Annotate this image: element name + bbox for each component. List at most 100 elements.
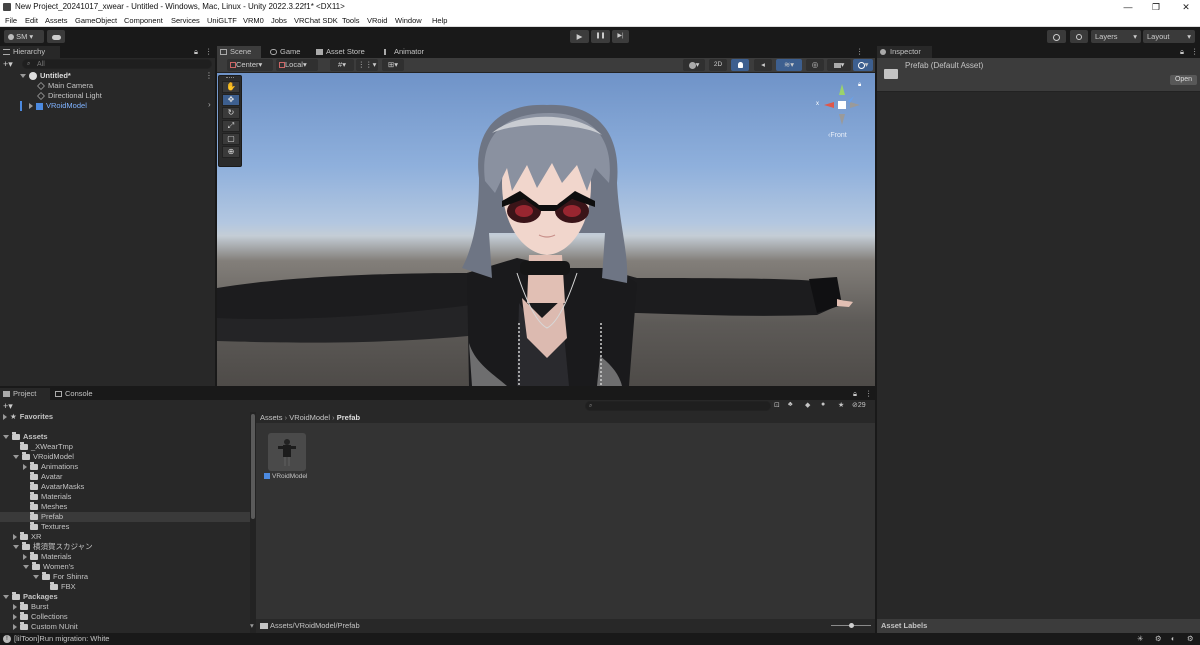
asset-thumbnail[interactable]	[268, 433, 306, 471]
folder-tree-item[interactable]: Packages	[0, 592, 250, 602]
more-options-icon[interactable]: ⋮	[205, 71, 213, 80]
hidden-packages-toggle[interactable]: ⊘29	[852, 401, 866, 409]
folder-tree-item[interactable]: Avatar	[0, 472, 250, 482]
tab-animator[interactable]: Animator	[381, 46, 436, 58]
folder-tree-item[interactable]: 横須賀スカジャン	[0, 542, 250, 552]
folder-tree-item[interactable]: Custom NUnit	[0, 622, 250, 632]
tab-console[interactable]: Console	[52, 388, 102, 400]
info-icon[interactable]: ●	[821, 401, 825, 408]
folder-tree-item[interactable]: Women's	[0, 562, 250, 572]
breadcrumb-assets[interactable]: Assets	[260, 413, 283, 422]
orientation-gizmo[interactable]: x 🔒︎ ‹Front	[812, 81, 868, 143]
layers-dropdown[interactable]: Layers ▾	[1091, 30, 1141, 43]
fold-closed-icon[interactable]	[13, 604, 17, 611]
menu-assets[interactable]: Assets	[45, 14, 68, 27]
history-button[interactable]	[1047, 30, 1066, 43]
fold-closed-icon[interactable]	[13, 534, 17, 541]
play-button[interactable]: ▶	[570, 30, 589, 43]
folder-tree-item[interactable]: Collections	[0, 612, 250, 622]
rotate-tool-button[interactable]: ↻	[222, 107, 240, 119]
hierarchy-item-directional-light[interactable]: Directional Light	[37, 91, 102, 101]
pivot-dropdown[interactable]: Center▾	[227, 59, 273, 71]
scene-viewport[interactable]: ✋ ✥ ↻ ⤢ ▢ ⊕ x 🔒︎ ‹Front	[217, 73, 875, 386]
gizmos-dropdown[interactable]: ▾	[853, 59, 873, 71]
scene-row[interactable]: Untitled*	[20, 71, 215, 81]
breadcrumb-prefab[interactable]: Prefab	[337, 413, 360, 422]
drag-handle[interactable]	[226, 77, 234, 79]
chevron-down-icon[interactable]: ▾	[250, 619, 254, 633]
folder-tree-item[interactable]: XR	[0, 532, 250, 542]
filter-by-label-icon[interactable]: ◆	[805, 401, 810, 409]
menu-vroid[interactable]: VRoid	[367, 14, 387, 27]
audio-toggle[interactable]: ◂	[754, 59, 772, 71]
folder-tree-item[interactable]: Textures	[0, 522, 250, 532]
folder-tree-item[interactable]: Materials	[0, 552, 250, 562]
fold-closed-icon[interactable]	[23, 554, 27, 561]
folder-tree-item[interactable]: FBX	[0, 582, 250, 592]
account-dropdown[interactable]: SM ▾	[4, 30, 44, 43]
more-options-icon[interactable]: ⋮	[856, 46, 864, 58]
open-button[interactable]: Open	[1170, 75, 1197, 85]
folder-tree-item[interactable]: Prefab	[0, 512, 250, 522]
folder-tree-item[interactable]: _XWearTmp	[0, 442, 250, 452]
menu-vrchat-sdk[interactable]: VRChat SDK	[294, 14, 338, 27]
menu-jobs[interactable]: Jobs	[271, 14, 287, 27]
layout-dropdown[interactable]: Layout ▾	[1143, 30, 1195, 43]
fold-open-icon[interactable]	[13, 545, 19, 550]
effects-dropdown[interactable]: ≋▾	[776, 59, 802, 71]
fold-open-icon[interactable]	[33, 575, 39, 580]
cloud-button[interactable]	[47, 30, 65, 43]
search-by-type-icon[interactable]: ⊡	[774, 401, 780, 409]
fold-closed-icon[interactable]	[13, 624, 17, 631]
zoom-slider-thumb[interactable]	[849, 623, 854, 628]
transform-tool-button[interactable]: ⊕	[222, 146, 240, 158]
zoom-slider[interactable]	[831, 623, 871, 628]
chevron-right-icon[interactable]: ›	[208, 100, 211, 109]
menu-file[interactable]: File	[5, 14, 17, 27]
tab-hierarchy[interactable]: Hierarchy	[0, 46, 60, 58]
lock-icon[interactable]: 🔒︎	[194, 46, 198, 58]
minimize-button[interactable]: —	[1114, 0, 1142, 14]
status-message[interactable]: [lilToon]Run migration: White	[14, 633, 109, 645]
more-options-icon[interactable]: ⋮	[205, 46, 213, 58]
menu-help[interactable]: Help	[432, 14, 447, 27]
lock-icon[interactable]: 🔒︎	[858, 82, 861, 89]
space-dropdown[interactable]: Local▾	[276, 59, 318, 71]
folder-tree-item[interactable]: Materials	[0, 492, 250, 502]
menu-window[interactable]: Window	[395, 14, 422, 27]
hand-tool-button[interactable]: ✋	[222, 81, 240, 93]
more-options-icon[interactable]: ⋮	[865, 388, 873, 400]
folder-tree-item[interactable]: Assets	[0, 432, 250, 442]
create-asset-button[interactable]: +▾	[3, 401, 13, 411]
tab-scene[interactable]: Scene	[217, 46, 261, 58]
rect-tool-button[interactable]: ▢	[222, 133, 240, 145]
menu-vrm0[interactable]: VRM0	[243, 14, 264, 27]
fold-closed-icon[interactable]	[13, 614, 17, 621]
hierarchy-item-vroidmodel[interactable]: VRoidModel	[29, 101, 87, 111]
toggle-2d-button[interactable]: 2D	[709, 59, 727, 71]
hierarchy-search-input[interactable]: ⌕ All	[22, 59, 212, 69]
close-button[interactable]: ✕	[1172, 0, 1200, 14]
search-button[interactable]	[1070, 30, 1088, 43]
tab-game[interactable]: Game	[267, 46, 312, 58]
tab-asset-store[interactable]: Asset Store	[313, 46, 375, 58]
menu-services[interactable]: Services	[171, 14, 200, 27]
grid-snap-dropdown[interactable]: #▾	[330, 59, 354, 71]
tab-inspector[interactable]: Inspector	[877, 46, 932, 58]
fold-open-icon[interactable]	[3, 595, 9, 600]
increment-snap-dropdown[interactable]: ⋮⋮▾	[356, 59, 378, 71]
menu-tools[interactable]: Tools	[342, 14, 360, 27]
folder-tree-item[interactable]: For Shinra	[0, 572, 250, 582]
fold-closed-icon[interactable]	[23, 464, 27, 471]
asset-label[interactable]: VRoidModel	[264, 473, 307, 480]
step-button[interactable]: ▶|	[612, 30, 629, 43]
menu-edit[interactable]: Edit	[25, 14, 38, 27]
lighting-toggle[interactable]	[731, 59, 749, 71]
lock-icon[interactable]: 🔒︎	[1180, 46, 1184, 58]
fold-open-icon[interactable]	[23, 565, 29, 570]
menu-component[interactable]: Component	[124, 14, 163, 27]
scrollbar-thumb[interactable]	[251, 414, 255, 519]
hidden-objects-toggle[interactable]: ◎	[806, 59, 824, 71]
align-dropdown[interactable]: ⊞▾	[382, 59, 404, 71]
fold-open-icon[interactable]	[13, 455, 19, 460]
